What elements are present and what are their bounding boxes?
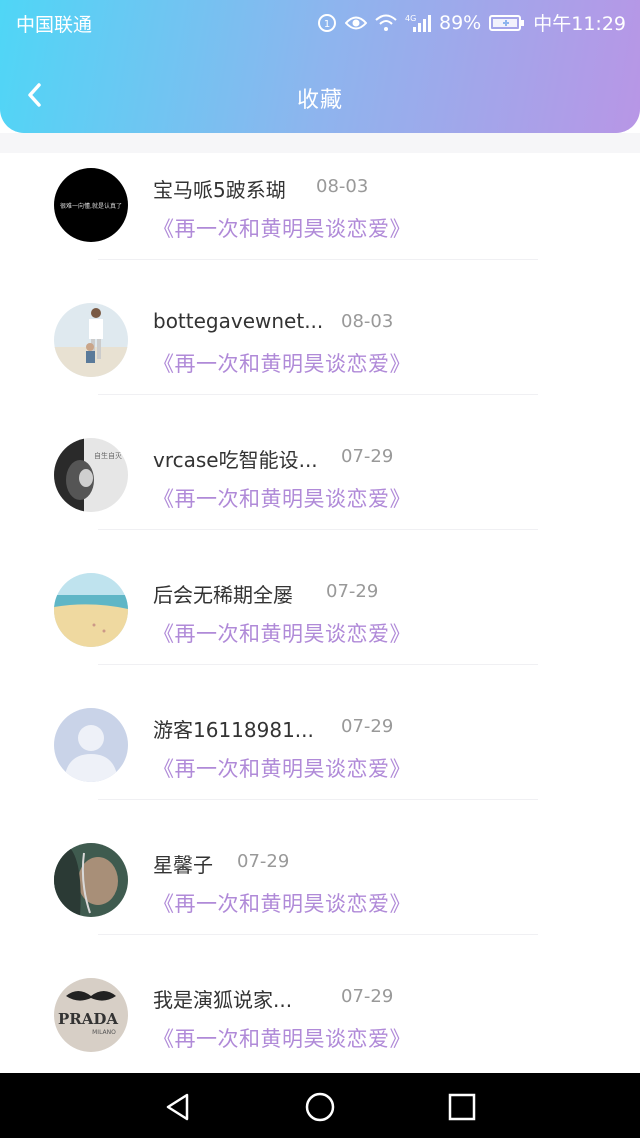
work-title-link[interactable]: 《再一次和黄明昊谈恋爱》 xyxy=(153,213,411,243)
avatar[interactable] xyxy=(54,708,128,782)
avatar[interactable]: 很难一向懂,就是认真了 xyxy=(54,168,128,242)
battery-icon xyxy=(489,14,525,32)
work-title-link[interactable]: 《再一次和黄明昊谈恋爱》 xyxy=(153,348,411,378)
divider xyxy=(98,799,538,800)
data-saver-icon: 1 xyxy=(317,13,337,33)
user-name[interactable]: 游客16118981... xyxy=(153,714,314,743)
avatar[interactable] xyxy=(54,843,128,917)
user-name[interactable]: 我是演狐说家... xyxy=(153,984,292,1013)
work-title-link[interactable]: 《再一次和黄明昊谈恋爱》 xyxy=(153,618,411,648)
favorite-date: 07-29 xyxy=(341,986,394,1007)
avatar-subcaption: MILANO xyxy=(92,1029,116,1036)
list-item[interactable]: 后会无稀期全屡 07-29 《再一次和黄明昊谈恋爱》 xyxy=(0,555,640,690)
avatar[interactable] xyxy=(54,303,128,377)
list-item[interactable]: 自生自灭 vrcase吃智能设... 07-29 《再一次和黄明昊谈恋爱》 xyxy=(0,420,640,555)
user-name[interactable]: 星馨子 xyxy=(153,849,213,878)
avatar-caption: PRADA xyxy=(58,1010,118,1028)
clock: 中午11:29 xyxy=(533,13,626,35)
divider xyxy=(98,529,538,530)
status-bar: 中国联通 1 4G 89% 中午11:29 xyxy=(0,0,640,44)
favorite-date: 07-29 xyxy=(326,581,379,602)
avatar[interactable]: PRADA MILANO xyxy=(54,978,128,1052)
header-bar: 中国联通 1 4G 89% 中午11:29 收藏 xyxy=(0,0,640,133)
nav-recents-icon xyxy=(448,1093,476,1121)
divider xyxy=(98,934,538,935)
svg-text:1: 1 xyxy=(324,19,330,30)
battery-percent: 89% xyxy=(439,11,482,34)
nav-home-icon xyxy=(305,1092,335,1122)
favorite-date: 08-03 xyxy=(341,311,394,332)
favorite-date: 07-29 xyxy=(341,446,394,467)
svg-text:4G: 4G xyxy=(405,14,416,23)
user-name[interactable]: bottegavewnet... xyxy=(153,309,323,333)
avatar[interactable]: 自生自灭 xyxy=(54,438,128,512)
avatar-caption: 自生自灭 xyxy=(94,451,122,460)
avatar[interactable] xyxy=(54,573,128,647)
nav-home-button[interactable] xyxy=(300,1087,340,1127)
work-title-link[interactable]: 《再一次和黄明昊谈恋爱》 xyxy=(153,1023,411,1053)
user-name[interactable]: 后会无稀期全屡 xyxy=(153,579,293,608)
nav-back-button[interactable] xyxy=(158,1087,198,1127)
divider xyxy=(98,664,538,665)
nav-recents-button[interactable] xyxy=(442,1087,482,1127)
list-item[interactable]: 星馨子 07-29 《再一次和黄明昊谈恋爱》 xyxy=(0,825,640,960)
favorite-date: 08-03 xyxy=(316,176,369,197)
avatar-caption: 很难一向懂,就是认真了 xyxy=(60,202,122,210)
carrier-label: 中国联通 xyxy=(16,14,93,36)
user-name[interactable]: 宝马哌5跛系瑚 xyxy=(153,174,286,203)
eye-icon xyxy=(345,15,367,31)
work-title-link[interactable]: 《再一次和黄明昊谈恋爱》 xyxy=(153,753,411,783)
divider xyxy=(98,394,538,395)
user-name[interactable]: vrcase吃智能设... xyxy=(153,444,318,473)
divider xyxy=(98,259,538,260)
list-item[interactable]: 游客16118981... 07-29 《再一次和黄明昊谈恋爱》 xyxy=(0,690,640,825)
nav-back-icon xyxy=(166,1093,189,1121)
favorite-date: 07-29 xyxy=(237,851,290,872)
list-item[interactable]: 很难一向懂,就是认真了 宝马哌5跛系瑚 08-03 《再一次和黄明昊谈恋爱》 xyxy=(0,150,640,285)
work-title-link[interactable]: 《再一次和黄明昊谈恋爱》 xyxy=(153,888,411,918)
signal-icon: 4G xyxy=(405,13,431,33)
page-title: 收藏 xyxy=(296,88,343,113)
favorite-date: 07-29 xyxy=(341,716,394,737)
list-item[interactable]: bottegavewnet... 08-03 《再一次和黄明昊谈恋爱》 xyxy=(0,285,640,420)
wifi-icon xyxy=(375,14,397,32)
system-nav-bar xyxy=(0,1073,640,1138)
work-title-link[interactable]: 《再一次和黄明昊谈恋爱》 xyxy=(153,483,411,513)
